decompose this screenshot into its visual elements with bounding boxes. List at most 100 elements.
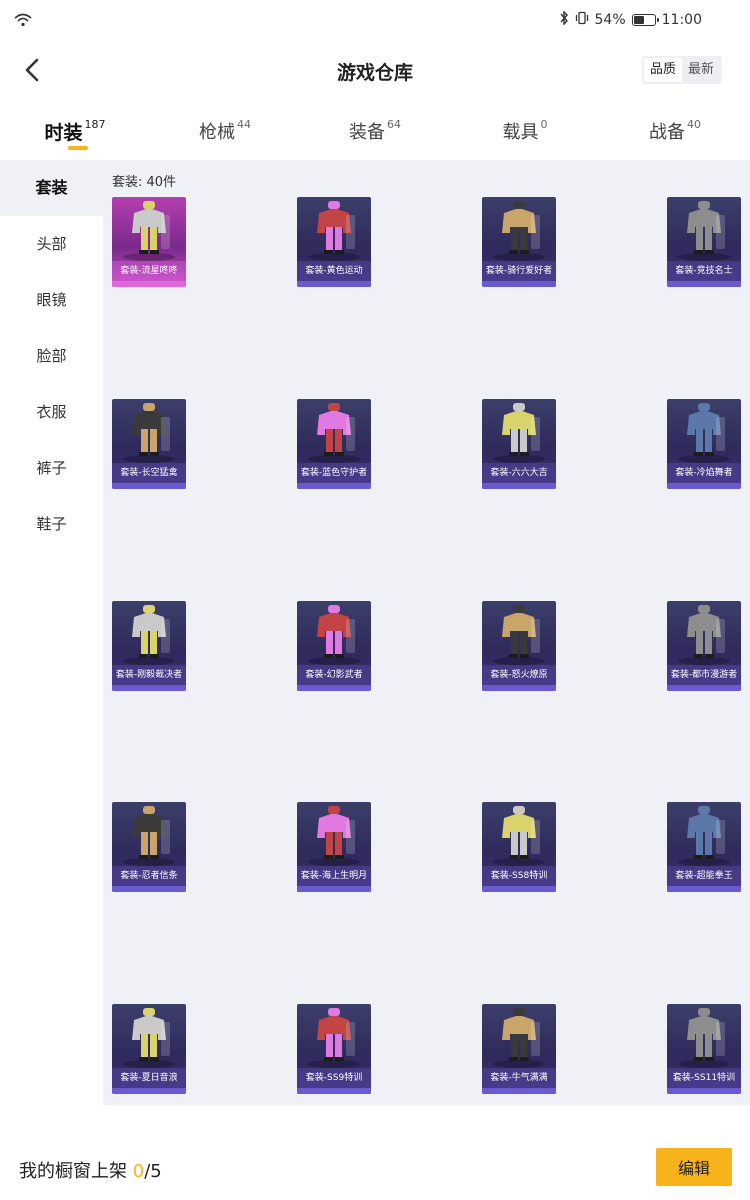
outfit-thumbnail-icon bbox=[308, 1008, 360, 1068]
rarity-bar bbox=[297, 886, 371, 892]
chevron-left-icon bbox=[25, 58, 39, 82]
header: 游戏仓库 品质 最新 bbox=[0, 42, 750, 98]
rarity-bar bbox=[482, 483, 556, 489]
outfit-thumbnail-icon bbox=[308, 201, 360, 261]
outfit-card[interactable]: 套装-蓝色守护者 bbox=[297, 399, 371, 489]
outfit-name: 套装-怒火燎原 bbox=[482, 665, 556, 685]
sort-toggle[interactable]: 品质 最新 bbox=[641, 56, 722, 84]
outfit-thumbnail-icon bbox=[493, 806, 545, 866]
outfit-card[interactable]: 套装-怒火燎原 bbox=[482, 601, 556, 691]
outfit-thumbnail-icon bbox=[678, 201, 730, 261]
rarity-bar bbox=[482, 886, 556, 892]
rarity-bar bbox=[112, 1088, 186, 1094]
sidebar-item-head[interactable]: 头部 bbox=[0, 216, 103, 272]
tab-label: 战备 bbox=[649, 122, 685, 143]
outfit-name: 套装-六六大吉 bbox=[482, 463, 556, 483]
outfit-card[interactable]: 套装-海上生明月 bbox=[297, 802, 371, 892]
showcase-count: 0 bbox=[132, 1161, 145, 1182]
outfit-card[interactable]: 套装-长空猛禽 bbox=[112, 399, 186, 489]
outfit-name: 套装-都市漫游者 bbox=[667, 665, 741, 685]
outfit-name: 套装-SS11特训 bbox=[667, 1068, 741, 1088]
tab-count: 44 bbox=[237, 118, 251, 131]
sidebar-item-glasses[interactable]: 眼镜 bbox=[0, 272, 103, 328]
outfit-thumbnail-icon bbox=[308, 403, 360, 463]
rarity-bar bbox=[297, 483, 371, 489]
outfit-card[interactable]: 套装-流星咚咚 bbox=[112, 197, 186, 287]
outfit-card[interactable]: 套装-六六大吉 bbox=[482, 399, 556, 489]
outfit-card[interactable]: 套装-SS11特训 bbox=[667, 1004, 741, 1094]
sort-option-quality[interactable]: 品质 bbox=[643, 58, 682, 82]
showcase-label: 我的橱窗上架 bbox=[19, 1161, 133, 1182]
outfit-thumbnail-icon bbox=[493, 605, 545, 665]
rarity-bar bbox=[667, 685, 741, 691]
subcategory-sidebar: 套装 头部 眼镜 脸部 衣服 裤子 鞋子 bbox=[0, 160, 103, 1135]
outfit-name: 套装-竞技名士 bbox=[667, 261, 741, 281]
category-tabs: 时装 187 枪械 44 装备 64 载具 0 战备 40 bbox=[0, 108, 750, 158]
outfit-thumbnail-icon bbox=[493, 403, 545, 463]
rarity-bar bbox=[112, 281, 186, 287]
outfit-thumbnail-icon bbox=[678, 806, 730, 866]
sidebar-item-clothes[interactable]: 衣服 bbox=[0, 384, 103, 440]
outfit-card[interactable]: 套装-夏日音浪 bbox=[112, 1004, 186, 1094]
clock: 11:00 bbox=[661, 12, 702, 28]
outfit-card[interactable]: 套装-超能拳王 bbox=[667, 802, 741, 892]
rarity-bar bbox=[297, 281, 371, 287]
tab-vehicles[interactable]: 载具 0 bbox=[450, 108, 600, 158]
outfit-thumbnail-icon bbox=[123, 403, 175, 463]
sidebar-item-pants[interactable]: 裤子 bbox=[0, 440, 103, 496]
outfit-card[interactable]: 套装-竞技名士 bbox=[667, 197, 741, 287]
status-bar: 54% 11:00 bbox=[0, 0, 750, 40]
outfit-name: 套装-超能拳王 bbox=[667, 866, 741, 886]
outfit-name: 套装-幻影武者 bbox=[297, 665, 371, 685]
outfit-card[interactable]: 套装-牛气满满 bbox=[482, 1004, 556, 1094]
edit-button[interactable]: 编辑 bbox=[656, 1148, 732, 1186]
tab-count: 187 bbox=[84, 118, 106, 131]
outfit-card[interactable]: 套装-SS9特训 bbox=[297, 1004, 371, 1094]
outfit-name: 套装-长空猛禽 bbox=[112, 463, 186, 483]
outfit-name: 套装-SS8特训 bbox=[482, 866, 556, 886]
tab-label: 装备 bbox=[349, 122, 385, 143]
tab-count: 64 bbox=[387, 118, 401, 131]
outfit-thumbnail-icon bbox=[493, 1008, 545, 1068]
outfit-card[interactable]: 套装-刚毅裁决者 bbox=[112, 601, 186, 691]
rarity-bar bbox=[667, 483, 741, 489]
rarity-bar bbox=[482, 1088, 556, 1094]
outfit-card[interactable]: 套装-黄色运动 bbox=[297, 197, 371, 287]
rarity-bar bbox=[297, 1088, 371, 1094]
tab-equipment[interactable]: 装备 64 bbox=[300, 108, 450, 158]
tab-label: 时装 bbox=[44, 122, 83, 144]
tab-label: 载具 bbox=[502, 122, 539, 143]
tab-fashion[interactable]: 时装 187 bbox=[0, 108, 150, 158]
rarity-bar bbox=[667, 281, 741, 287]
outfit-card[interactable]: 套装-都市漫游者 bbox=[667, 601, 741, 691]
page-title: 游戏仓库 bbox=[336, 62, 413, 84]
outfit-card[interactable]: 套装-骑行爱好者 bbox=[482, 197, 556, 287]
outfit-thumbnail-icon bbox=[123, 201, 175, 261]
outfit-thumbnail-icon bbox=[123, 605, 175, 665]
item-count-label: 套装: 40件 bbox=[112, 175, 177, 190]
rarity-bar bbox=[667, 1088, 741, 1094]
tab-count: 40 bbox=[687, 118, 701, 131]
wifi-icon bbox=[14, 12, 32, 31]
active-tab-indicator bbox=[68, 146, 88, 150]
rarity-bar bbox=[112, 685, 186, 691]
tab-count: 0 bbox=[540, 118, 548, 131]
outfit-name: 套装-流星咚咚 bbox=[112, 261, 186, 281]
tab-firearms[interactable]: 枪械 44 bbox=[150, 108, 300, 158]
item-list-panel[interactable]: 套装: 40件 套装-流星咚咚 套装-黄色运动 套装-骑行爱好者 套装-竞技名士 套装-… bbox=[103, 160, 750, 1105]
back-button[interactable] bbox=[14, 52, 50, 88]
sidebar-item-face[interactable]: 脸部 bbox=[0, 328, 103, 384]
tab-battle-gear[interactable]: 战备 40 bbox=[600, 108, 750, 158]
outfit-thumbnail-icon bbox=[678, 1008, 730, 1068]
outfit-name: 套装-蓝色守护者 bbox=[297, 463, 371, 483]
sidebar-item-shoes[interactable]: 鞋子 bbox=[0, 496, 103, 552]
sidebar-item-sets[interactable]: 套装 bbox=[0, 160, 103, 216]
outfit-card[interactable]: 套装-幻影武者 bbox=[297, 601, 371, 691]
outfit-card[interactable]: 套装-忍者信条 bbox=[112, 802, 186, 892]
outfit-card[interactable]: 套装-SS8特训 bbox=[482, 802, 556, 892]
sort-option-newest[interactable]: 最新 bbox=[682, 58, 720, 82]
outfit-card[interactable]: 套装-冷焰舞者 bbox=[667, 399, 741, 489]
outfit-name: 套装-骑行爱好者 bbox=[482, 261, 556, 281]
outfit-thumbnail-icon bbox=[678, 605, 730, 665]
rarity-bar bbox=[112, 483, 186, 489]
